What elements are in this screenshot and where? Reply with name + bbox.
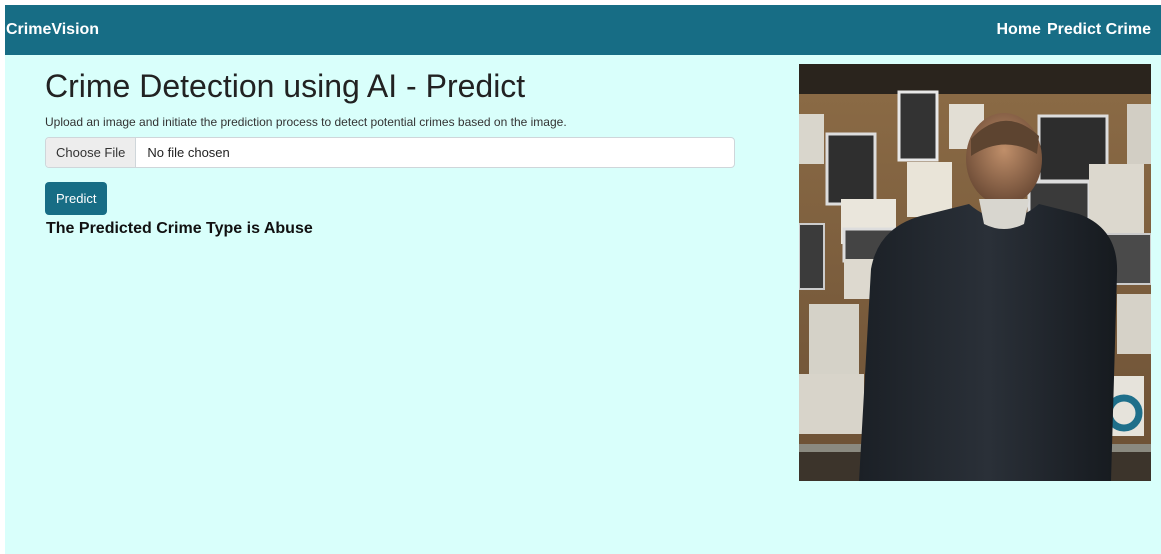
page-description: Upload an image and initiate the predict… xyxy=(45,115,567,130)
detective-evidence-board-image xyxy=(799,64,1151,481)
navbar: CrimeVision Home Predict Crime xyxy=(5,5,1161,55)
brand-logo[interactable]: CrimeVision xyxy=(6,21,99,39)
choose-file-button[interactable]: Choose File xyxy=(46,138,137,168)
nav-links: Home Predict Crime xyxy=(997,21,1152,39)
prediction-result: The Predicted Crime Type is Abuse xyxy=(46,220,313,238)
main-content: Crime Detection using AI - Predict Uploa… xyxy=(45,67,745,238)
page: CrimeVision Home Predict Crime Crime Det… xyxy=(5,5,1161,554)
predict-button[interactable]: Predict xyxy=(45,182,108,216)
file-status: No file chosen xyxy=(147,145,230,161)
file-input[interactable]: Choose File No file chosen xyxy=(45,137,735,169)
page-title: Crime Detection using AI - Predict xyxy=(45,68,526,104)
nav-link-predict-crime[interactable]: Predict Crime xyxy=(1047,21,1151,39)
nav-link-home[interactable]: Home xyxy=(997,21,1041,39)
